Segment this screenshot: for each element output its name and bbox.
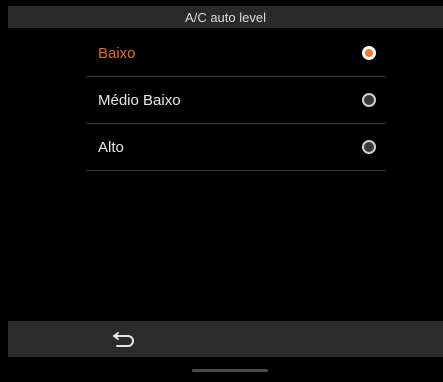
title-bar: A/C auto level <box>8 6 443 28</box>
radio-dot <box>365 49 373 57</box>
home-indicator[interactable] <box>192 369 268 372</box>
option-baixo[interactable]: Baixo <box>86 30 386 77</box>
radio-unselected-icon[interactable] <box>362 140 376 154</box>
option-label: Médio Baixo <box>98 91 181 109</box>
option-alto[interactable]: Alto <box>86 124 386 171</box>
option-label: Baixo <box>98 44 136 62</box>
page-title: A/C auto level <box>185 9 266 25</box>
back-arrow-icon <box>113 332 134 347</box>
back-button[interactable] <box>108 327 140 351</box>
home-bar-area <box>8 358 443 382</box>
options-list: Baixo Médio Baixo Alto <box>86 30 386 171</box>
screen: A/C auto level Baixo Médio Baixo Alto <box>0 0 443 382</box>
radio-unselected-icon[interactable] <box>362 93 376 107</box>
bottom-bar <box>8 321 443 357</box>
option-medio-baixo[interactable]: Médio Baixo <box>86 77 386 124</box>
radio-selected-icon[interactable] <box>362 46 376 60</box>
option-label: Alto <box>98 138 124 156</box>
